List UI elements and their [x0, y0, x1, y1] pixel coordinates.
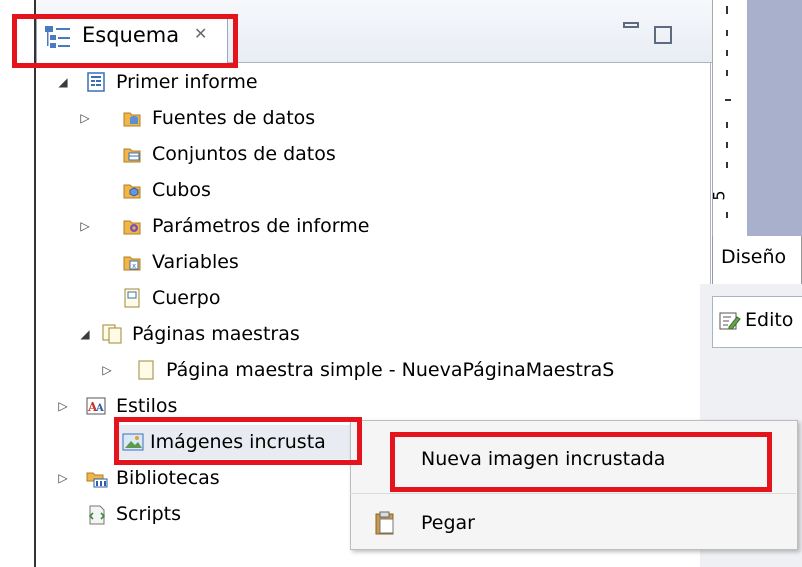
collapse-arrow-icon[interactable]: ▷ — [56, 389, 70, 423]
tree-item-label: Variables — [152, 251, 239, 273]
variable-icon: x — [122, 252, 142, 272]
tree-item-master-pages[interactable]: ◢ Páginas maestras — [36, 317, 636, 351]
tab-editor-label: Edito — [745, 309, 794, 331]
ruler-tick-label: 5 — [709, 190, 729, 201]
minimize-button[interactable] — [623, 22, 641, 38]
tree-item-label: Cuerpo — [152, 287, 221, 309]
svg-text:x: x — [132, 262, 136, 270]
tree-item-data-sets[interactable]: Conjuntos de datos — [36, 137, 636, 171]
left-border — [0, 0, 36, 567]
library-icon — [86, 468, 108, 488]
tab-design[interactable]: Diseño — [712, 236, 802, 285]
menu-item-label: Pegar — [421, 512, 475, 534]
script-icon — [86, 504, 106, 525]
svg-text:A: A — [95, 403, 104, 414]
tree-item-body[interactable]: Cuerpo — [36, 281, 636, 315]
vertical-ruler — [712, 0, 748, 236]
tree-item-variables[interactable]: x Variables — [36, 245, 636, 279]
data-source-icon — [122, 108, 142, 128]
menu-item-paste[interactable]: Pegar — [351, 499, 797, 547]
design-canvas — [747, 0, 802, 236]
collapse-arrow-icon[interactable]: ▷ — [56, 461, 70, 495]
tree-item-label: Primer informe — [116, 71, 258, 93]
paste-icon — [375, 511, 395, 535]
expand-icon[interactable]: ◢ — [56, 65, 70, 99]
tree-item-report-parameters[interactable]: ▷ Parámetros de informe — [36, 209, 636, 243]
data-set-icon — [122, 144, 142, 164]
collapse-arrow-icon[interactable]: ▷ — [78, 209, 92, 243]
tree-item-report[interactable]: ◢ Primer informe — [36, 65, 636, 99]
tree-item-data-sources[interactable]: ▷ Fuentes de datos — [36, 101, 636, 135]
tab-editor[interactable]: Edito — [712, 296, 802, 348]
tree-item-label: Scripts — [116, 503, 182, 525]
menu-separator — [350, 493, 796, 494]
styles-icon: AA — [86, 396, 106, 416]
tree-item-label: Cubos — [152, 179, 211, 201]
tab-design-label: Diseño — [721, 246, 787, 268]
tree-item-label: Parámetros de informe — [152, 215, 370, 237]
highlight-box-new-embedded-image — [390, 432, 772, 492]
tree-item-simple-master-page[interactable]: ▷ Página maestra simple - NuevaPáginaMae… — [36, 353, 710, 387]
highlight-box-embedded-images — [114, 417, 362, 465]
page-icon — [136, 360, 156, 380]
tree-item-label: Fuentes de datos — [152, 107, 316, 129]
edit-icon — [719, 311, 741, 331]
parameter-icon — [122, 216, 142, 236]
master-pages-icon — [102, 324, 122, 344]
report-icon — [86, 72, 106, 92]
collapse-arrow-icon[interactable]: ▷ — [78, 101, 92, 135]
tree-item-label: Conjuntos de datos — [152, 143, 336, 165]
tree-item-cubes[interactable]: Cubos — [36, 173, 636, 207]
tree-item-label: Página maestra simple - NuevaPáginaMaest… — [166, 359, 615, 381]
highlight-box-outline-tab — [12, 14, 238, 68]
collapse-arrow-icon[interactable]: ▷ — [100, 353, 114, 387]
tree-item-label: Bibliotecas — [116, 467, 220, 489]
cube-icon — [122, 180, 142, 200]
tree-item-label: Páginas maestras — [132, 323, 300, 345]
expand-icon[interactable]: ◢ — [78, 317, 92, 351]
body-page-icon — [122, 288, 142, 308]
maximize-button[interactable] — [654, 26, 672, 44]
